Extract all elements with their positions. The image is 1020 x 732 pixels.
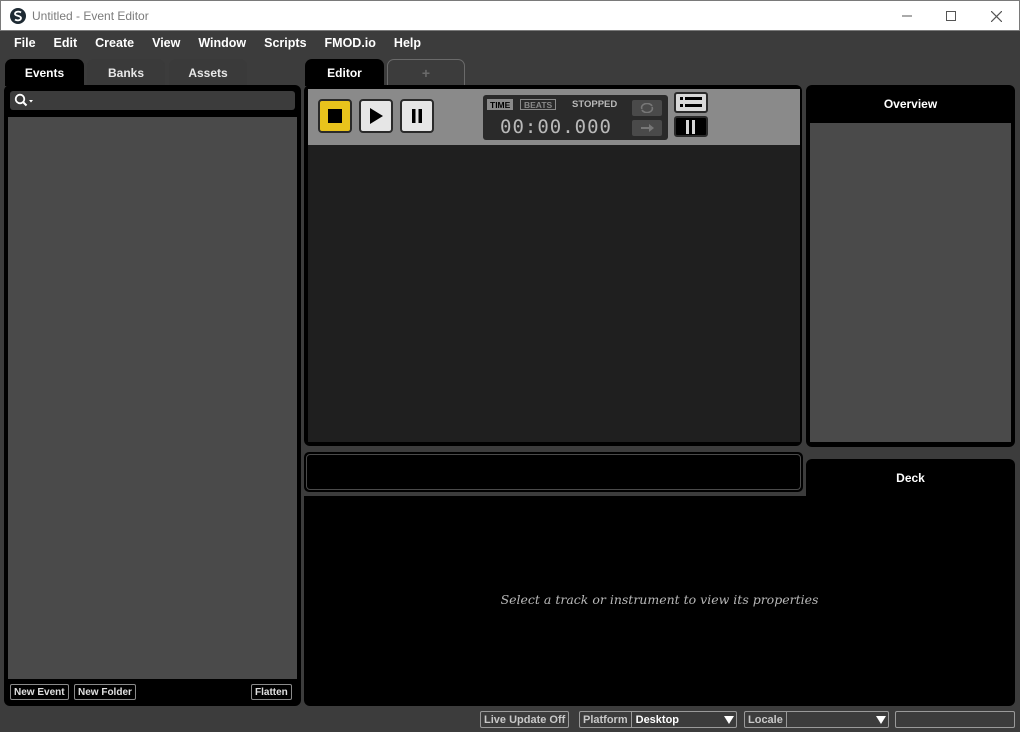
search-input[interactable] <box>10 91 295 110</box>
editor-panel: TIME BEATS STOPPED 00:00.000 <box>304 85 802 446</box>
menu-fmod-io[interactable]: FMOD.io <box>312 36 376 50</box>
property-bar <box>304 452 803 492</box>
maximize-button[interactable] <box>928 1 974 31</box>
overview-body[interactable] <box>810 123 1011 442</box>
menu-view[interactable]: View <box>139 36 180 50</box>
overview-panel: Overview <box>806 85 1015 447</box>
close-button[interactable] <box>973 1 1019 31</box>
loop-icon <box>640 103 654 113</box>
split-view-icon <box>686 119 695 134</box>
stop-button[interactable] <box>318 99 352 133</box>
tab-editor[interactable]: Editor <box>305 59 384 86</box>
deck-panel: Select a track or instrument to view its… <box>304 496 1015 706</box>
tab-banks[interactable]: Banks <box>87 59 165 86</box>
pause-icon <box>412 109 422 123</box>
add-tab-button[interactable]: + <box>387 59 465 86</box>
time-display: TIME BEATS STOPPED 00:00.000 <box>483 95 668 140</box>
time-mode-time[interactable]: TIME <box>487 99 514 110</box>
menu-window[interactable]: Window <box>185 36 246 50</box>
tab-events[interactable]: Events <box>5 59 84 86</box>
play-icon <box>370 108 383 124</box>
menu-scripts[interactable]: Scripts <box>251 36 306 50</box>
fmod-logo-icon <box>10 8 26 24</box>
menu-help[interactable]: Help <box>381 36 421 50</box>
live-update-button[interactable]: Live Update Off <box>480 711 570 728</box>
tab-assets[interactable]: Assets <box>169 59 247 86</box>
title-bar: Untitled - Event Editor <box>0 0 1020 31</box>
menu-file[interactable]: File <box>1 36 36 50</box>
track-area[interactable] <box>308 145 800 442</box>
event-browser-panel: New Event New Folder Flatten <box>4 85 301 706</box>
transport-bar: TIME BEATS STOPPED 00:00.000 <box>308 89 800 145</box>
play-button[interactable] <box>359 99 393 133</box>
events-list[interactable] <box>8 117 297 679</box>
loop-button[interactable] <box>632 100 662 116</box>
list-icon <box>680 97 702 107</box>
menu-bar: File Edit Create View Window Scripts FMO… <box>1 31 1019 55</box>
platform-label: Platform <box>580 712 632 727</box>
chevron-down-icon <box>722 712 736 727</box>
deck-title: Deck <box>806 459 1015 497</box>
locale-select[interactable]: Locale <box>744 711 889 728</box>
split-view-button[interactable] <box>674 116 708 137</box>
close-icon <box>990 10 1002 22</box>
status-field <box>895 711 1015 728</box>
menu-edit[interactable]: Edit <box>41 36 78 50</box>
platform-value: Desktop <box>635 713 680 726</box>
status-bar: Live Update Off Platform Desktop Locale <box>0 708 1020 732</box>
platform-select[interactable]: Platform Desktop <box>579 711 737 728</box>
stop-icon <box>328 109 342 123</box>
locale-value <box>787 712 874 727</box>
list-view-button[interactable] <box>674 92 708 113</box>
flatten-button[interactable]: Flatten <box>251 684 292 700</box>
overview-title: Overview <box>883 97 938 111</box>
minimize-icon <box>902 15 912 17</box>
maximize-icon <box>946 11 956 21</box>
chevron-down-icon <box>874 712 888 727</box>
locale-label: Locale <box>745 712 787 727</box>
menu-create[interactable]: Create <box>82 36 134 50</box>
search-icon <box>14 93 33 107</box>
pause-button[interactable] <box>400 99 434 133</box>
deck-hint: Select a track or instrument to view its… <box>500 592 819 607</box>
time-readout: 00:00.000 <box>500 116 612 138</box>
follow-button[interactable] <box>632 120 662 136</box>
new-folder-button[interactable]: New Folder <box>74 684 136 700</box>
arrow-right-icon <box>641 124 654 132</box>
time-mode-beats[interactable]: BEATS <box>520 99 557 110</box>
minimize-button[interactable] <box>884 1 930 31</box>
window-title: Untitled - Event Editor <box>32 9 149 23</box>
playback-status: STOPPED <box>572 99 618 110</box>
new-event-button[interactable]: New Event <box>10 684 69 700</box>
